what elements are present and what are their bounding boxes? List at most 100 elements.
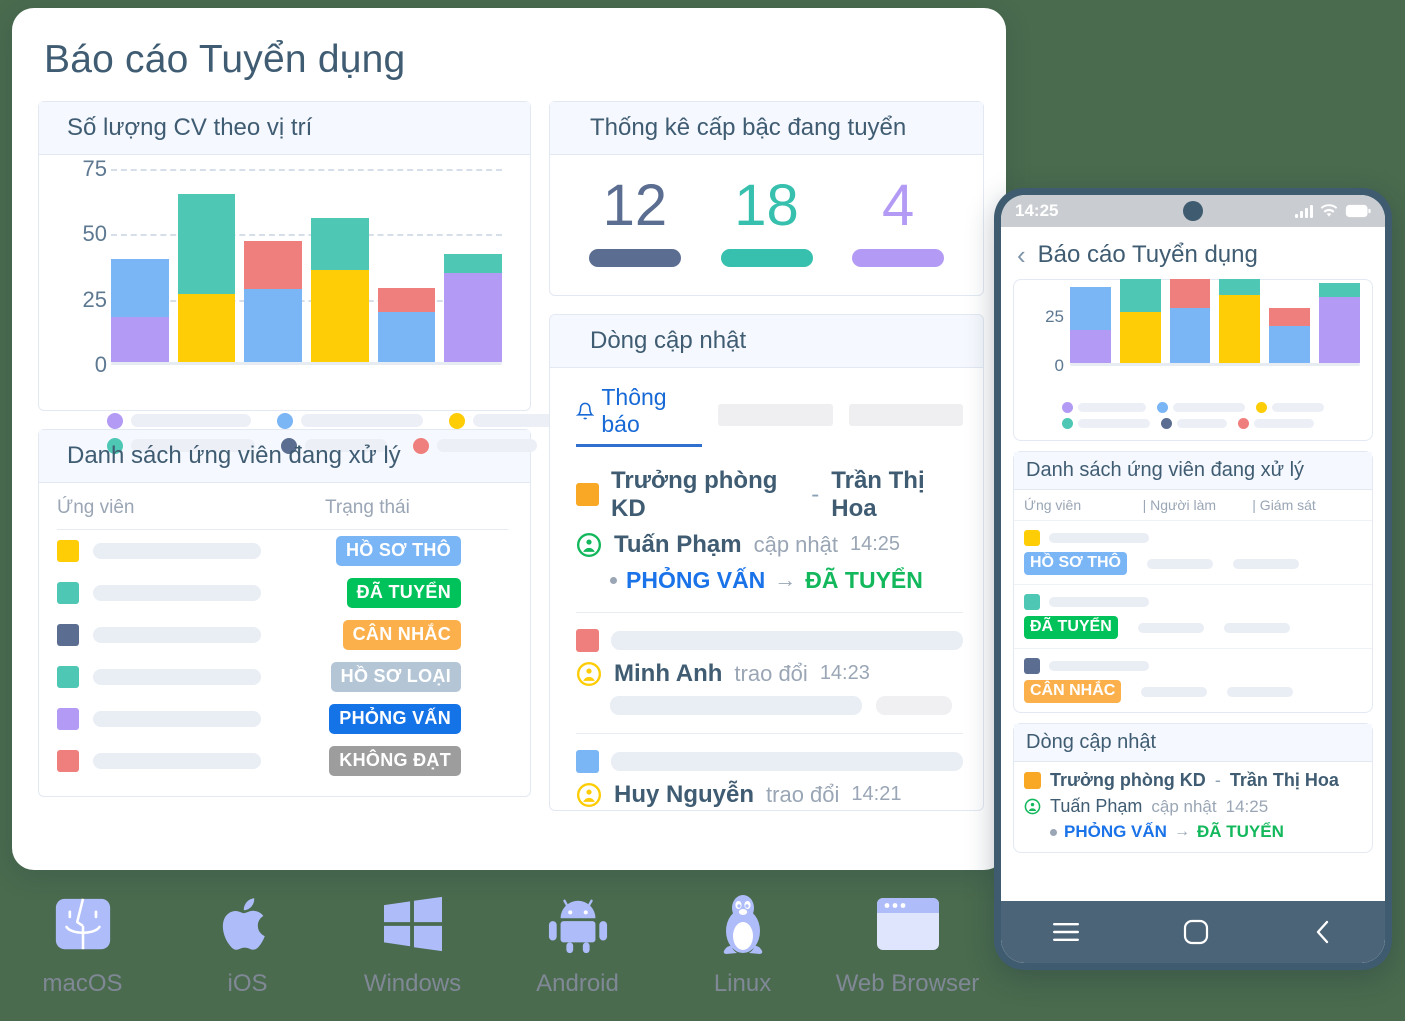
chart-bar-segment	[177, 293, 236, 362]
phone-assignee-placeholder	[1141, 686, 1208, 697]
cv-chart-body: 0 25 50 75	[39, 155, 530, 407]
phone-candidates-rows: HỒ SƠ THÔ ĐÃ TUYỂN CÂN NHẮC	[1014, 521, 1372, 712]
phone-legend-item	[1062, 418, 1150, 429]
feed-item-title: Trưởng phòng KD	[611, 466, 778, 522]
bullet-dot-icon	[1050, 828, 1057, 836]
candidates-table: Ứng viên Trạng thái HỒ SƠ THÔ ĐÃ TUYỂN CÂN…	[39, 483, 530, 782]
phone-candidates-title: Danh sách ứng viên đang xử lý	[1014, 452, 1372, 490]
feed-item-user-line: Tuấn Phạm cập nhật 14:25	[576, 531, 963, 559]
phone-row-color-swatch	[1024, 594, 1040, 610]
updates-feed-panel: Dòng cập nhật Thông báo Trưởng phòng KD …	[549, 313, 984, 811]
phone-content[interactable]: 25 0 Danh sách ứng viên đang xử lý Ứng vi…	[1001, 279, 1385, 901]
phone-chart-bar-segment	[1319, 281, 1360, 297]
phone-chart-bar	[1119, 279, 1161, 363]
legend-item	[107, 412, 251, 429]
back-icon[interactable]	[1313, 919, 1333, 945]
phone-column-header: | Giám sát	[1252, 497, 1316, 513]
arrow-right-icon: →	[1173, 823, 1190, 840]
platform-label: Web Browser	[835, 970, 980, 997]
desktop-app-card: Báo cáo Tuyển dụng Số lượng CV theo vị t…	[12, 8, 1006, 870]
chart-bar-segment	[111, 317, 169, 362]
chart-bars	[111, 169, 503, 362]
table-row[interactable]: HỒ SƠ LOẠI	[57, 656, 508, 698]
wifi-icon	[1320, 204, 1338, 217]
status-badge: CÂN NHẮC	[342, 619, 461, 650]
status-badge: ĐÃ TUYỂN	[346, 577, 461, 608]
signal-icon	[1295, 204, 1313, 218]
row-color-swatch	[57, 581, 79, 604]
phone-y-tick-label: 0	[1054, 356, 1064, 375]
phone-legend-label-placeholder	[1177, 419, 1227, 428]
status-badge: PHỎNG VẤN	[329, 703, 461, 734]
bullet-dot-icon	[610, 576, 617, 584]
platform-macos: macOS	[0, 892, 165, 998]
stat-bar	[588, 248, 681, 267]
candidates-table-header: Ứng viên Trạng thái	[57, 497, 508, 530]
phone-chart-bar-segment	[1119, 279, 1161, 313]
phone-status-bar: 14:25	[1001, 195, 1385, 227]
feed-item[interactable]: Huy Nguyễn trao đổi 14:21	[576, 732, 963, 810]
back-chevron-icon[interactable]: ‹	[1017, 242, 1026, 268]
updates-feed-body: Thông báo Trưởng phòng KD - Trần Thị Hoa Tu…	[550, 368, 983, 810]
phone-chart-bar-segment	[1070, 285, 1111, 330]
feed-item-user: Huy Nguyễn	[614, 780, 755, 808]
platform-label: macOS	[42, 970, 123, 997]
phone-table-row[interactable]: HỒ SƠ THÔ	[1014, 521, 1372, 585]
chart-plot-area	[111, 168, 503, 365]
user-avatar-icon	[1024, 798, 1041, 815]
phone-legend-color-dot	[1062, 418, 1073, 429]
chart-bar	[444, 252, 503, 362]
tab-placeholder-1[interactable]	[718, 404, 833, 427]
phone-feed-separator: -	[1214, 770, 1221, 790]
chart-y-axis: 0 25 50 75	[53, 156, 107, 377]
phone-chart-bar-segment	[1269, 306, 1311, 326]
feed-item-title-line	[576, 628, 963, 652]
home-icon[interactable]	[1183, 919, 1209, 945]
phone-legend-row	[1062, 418, 1372, 429]
chart-x-axis-line	[111, 361, 502, 365]
table-row[interactable]: ĐÃ TUYỂN	[57, 572, 508, 614]
phone-row-top	[1024, 594, 1362, 610]
tab-notifications[interactable]: Thông báo	[576, 384, 703, 447]
feed-item[interactable]: Minh Anh trao đổi 14:23	[576, 611, 963, 733]
tab-placeholder-2[interactable]	[848, 404, 963, 427]
phone-chart-body: 25 0	[1014, 279, 1372, 398]
candidates-panel: Danh sách ứng viên đang xử lý Ứng viên T…	[38, 428, 531, 797]
phone-feed-status-from: PHỎNG VẤN	[1064, 822, 1167, 841]
phone-legend-color-dot	[1157, 402, 1168, 413]
windows-icon	[382, 892, 444, 956]
platform-ios: iOS	[165, 892, 330, 998]
phone-feed-status-to: ĐÃ TUYỂN	[1196, 822, 1284, 841]
bell-icon	[576, 402, 595, 420]
chart-bar-segment	[244, 239, 303, 289]
phone-chart-y-axis: 25 0	[1024, 288, 1064, 375]
candidate-name-placeholder	[93, 752, 261, 769]
stat-item: 18	[716, 176, 818, 267]
feed-item-user: Minh Anh	[614, 659, 723, 687]
phone-legend-label-placeholder	[1272, 403, 1324, 412]
phone-nav-bar	[1001, 901, 1385, 963]
table-row[interactable]: PHỎNG VẤN	[57, 698, 508, 740]
table-row[interactable]: CÂN NHẮC	[57, 614, 508, 656]
phone-table-row[interactable]: CÂN NHẮC	[1014, 649, 1372, 712]
phone-legend-item	[1161, 418, 1227, 429]
user-avatar-icon	[576, 661, 602, 686]
phone-legend-item	[1062, 402, 1146, 413]
phone-table-row[interactable]: ĐÃ TUYỂN	[1014, 585, 1372, 649]
phone-row-bottom: HỒ SƠ THÔ	[1024, 552, 1362, 575]
phone-page-title: Báo cáo Tuyển dụng	[1037, 241, 1258, 268]
platform-linux: Linux	[660, 892, 825, 998]
table-row[interactable]: HỒ SƠ THÔ	[57, 530, 508, 572]
feed-item[interactable]: Trưởng phòng KD - Trần Thị Hoa Tuấn Phạm cập…	[576, 451, 963, 612]
phone-chart-bar	[1169, 279, 1211, 363]
feed-item-swatch	[576, 749, 599, 773]
y-tick-label: 75	[82, 155, 107, 181]
phone-row-bottom: CÂN NHẮC	[1024, 680, 1362, 703]
table-row[interactable]: KHÔNG ĐẠT	[57, 740, 508, 782]
menu-icon[interactable]	[1053, 922, 1079, 942]
phone-feed-body: Trưởng phòng KD - Trần Thị Hoa Tuấn Phạm	[1014, 762, 1372, 852]
phone-status-badge: CÂN NHẮC	[1024, 680, 1122, 703]
chart-bar-segment	[244, 288, 303, 362]
phone-feed-transition: PHỎNG VẤN → ĐÃ TUYỂN	[1024, 822, 1362, 842]
phone-mockup: 14:25 ‹ Báo cáo Tuyển dụng 25 0 Danh sác…	[994, 188, 1392, 970]
